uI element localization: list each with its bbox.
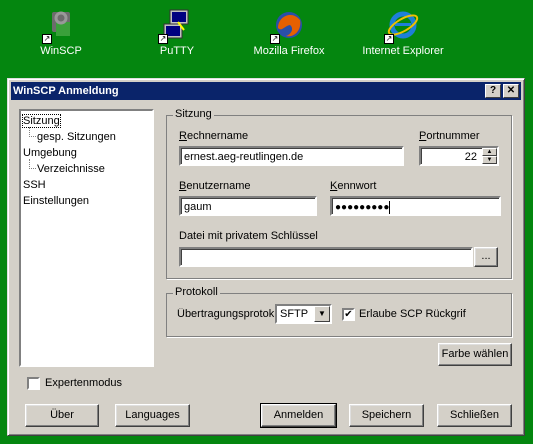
transfer-protocol-select[interactable]: SFTP ▼ (275, 304, 332, 324)
firefox-icon: ↗ (270, 8, 306, 44)
transfer-protocol-label: Übertragungsprotok (177, 308, 274, 320)
port-input[interactable]: 22 ▲ ▼ (419, 146, 499, 166)
tree-item-saved-sessions[interactable]: gesp. Sitzungen (23, 127, 150, 145)
desktop-icon-ie[interactable]: ↗ Internet Explorer (348, 4, 458, 57)
winscp-icon: ↗ (42, 8, 78, 44)
host-input[interactable]: ernest.aeg-reutlingen.de (179, 146, 404, 166)
putty-icon: ↗ (158, 8, 194, 44)
tree-item-ssh[interactable]: SSH (23, 177, 150, 193)
tree-item-verzeichnisse[interactable]: Verzeichnisse (23, 159, 150, 177)
close-icon[interactable]: ✕ (503, 84, 519, 98)
desktop-icon-winscp[interactable]: ↗ WinSCP (6, 4, 116, 57)
navigation-tree[interactable]: Sitzung gesp. Sitzungen Umgebung Verzeic… (19, 109, 154, 367)
scp-fallback-checkbox[interactable]: ✔ (342, 308, 355, 321)
browse-button[interactable]: ... (474, 247, 498, 267)
expert-mode-checkbox[interactable] (27, 377, 40, 390)
tree-item-umgebung[interactable]: Umgebung (23, 145, 150, 161)
about-button[interactable]: Über (25, 404, 99, 427)
desktop-icon-label: Internet Explorer (362, 45, 444, 57)
session-group-label: Sitzung (173, 108, 214, 120)
tree-item-sitzung[interactable]: Sitzung (22, 113, 150, 129)
desktop-icon-label: WinSCP (40, 45, 82, 57)
desktop-icon-firefox[interactable]: ↗ Mozilla Firefox (234, 4, 344, 57)
desktop-icon-label: Mozilla Firefox (253, 45, 325, 57)
user-label: Benutzername (179, 180, 251, 192)
username-input[interactable]: gaum (179, 196, 317, 216)
protocol-group-label: Protokoll (173, 286, 220, 298)
desktop-icon-label: PuTTY (159, 45, 195, 57)
password-input[interactable]: ●●●●●●●●● (330, 196, 501, 216)
keyfile-input[interactable] (179, 247, 473, 267)
keyfile-label: Datei mit privatem Schlüssel (179, 230, 318, 242)
help-button[interactable]: ? (485, 84, 501, 98)
port-spinner[interactable]: ▲ ▼ (482, 148, 497, 164)
languages-button[interactable]: Languages (115, 404, 190, 427)
dialog-title: WinSCP Anmeldung (13, 85, 119, 97)
port-label: Portnummer (419, 130, 480, 142)
save-button[interactable]: Speichern (349, 404, 424, 427)
color-button[interactable]: Farbe wählen (438, 343, 512, 366)
password-label: Kennwort (330, 180, 377, 192)
login-button[interactable]: Anmelden (260, 403, 337, 428)
ie-icon: ↗ (384, 8, 420, 44)
scp-fallback-label: Erlaube SCP Rückgrif (359, 308, 466, 320)
title-bar[interactable]: WinSCP Anmeldung ? ✕ (11, 82, 521, 100)
desktop-icon-putty[interactable]: ↗ PuTTY (122, 4, 232, 57)
expert-mode-label: Expertenmodus (45, 377, 123, 389)
tree-item-einstellungen[interactable]: Einstellungen (23, 193, 150, 209)
login-dialog: WinSCP Anmeldung ? ✕ Sitzung gesp. Sitzu… (7, 78, 525, 436)
chevron-down-icon[interactable]: ▼ (314, 306, 330, 322)
host-label: Rechnername (179, 130, 249, 142)
close-button[interactable]: Schließen (437, 404, 512, 427)
